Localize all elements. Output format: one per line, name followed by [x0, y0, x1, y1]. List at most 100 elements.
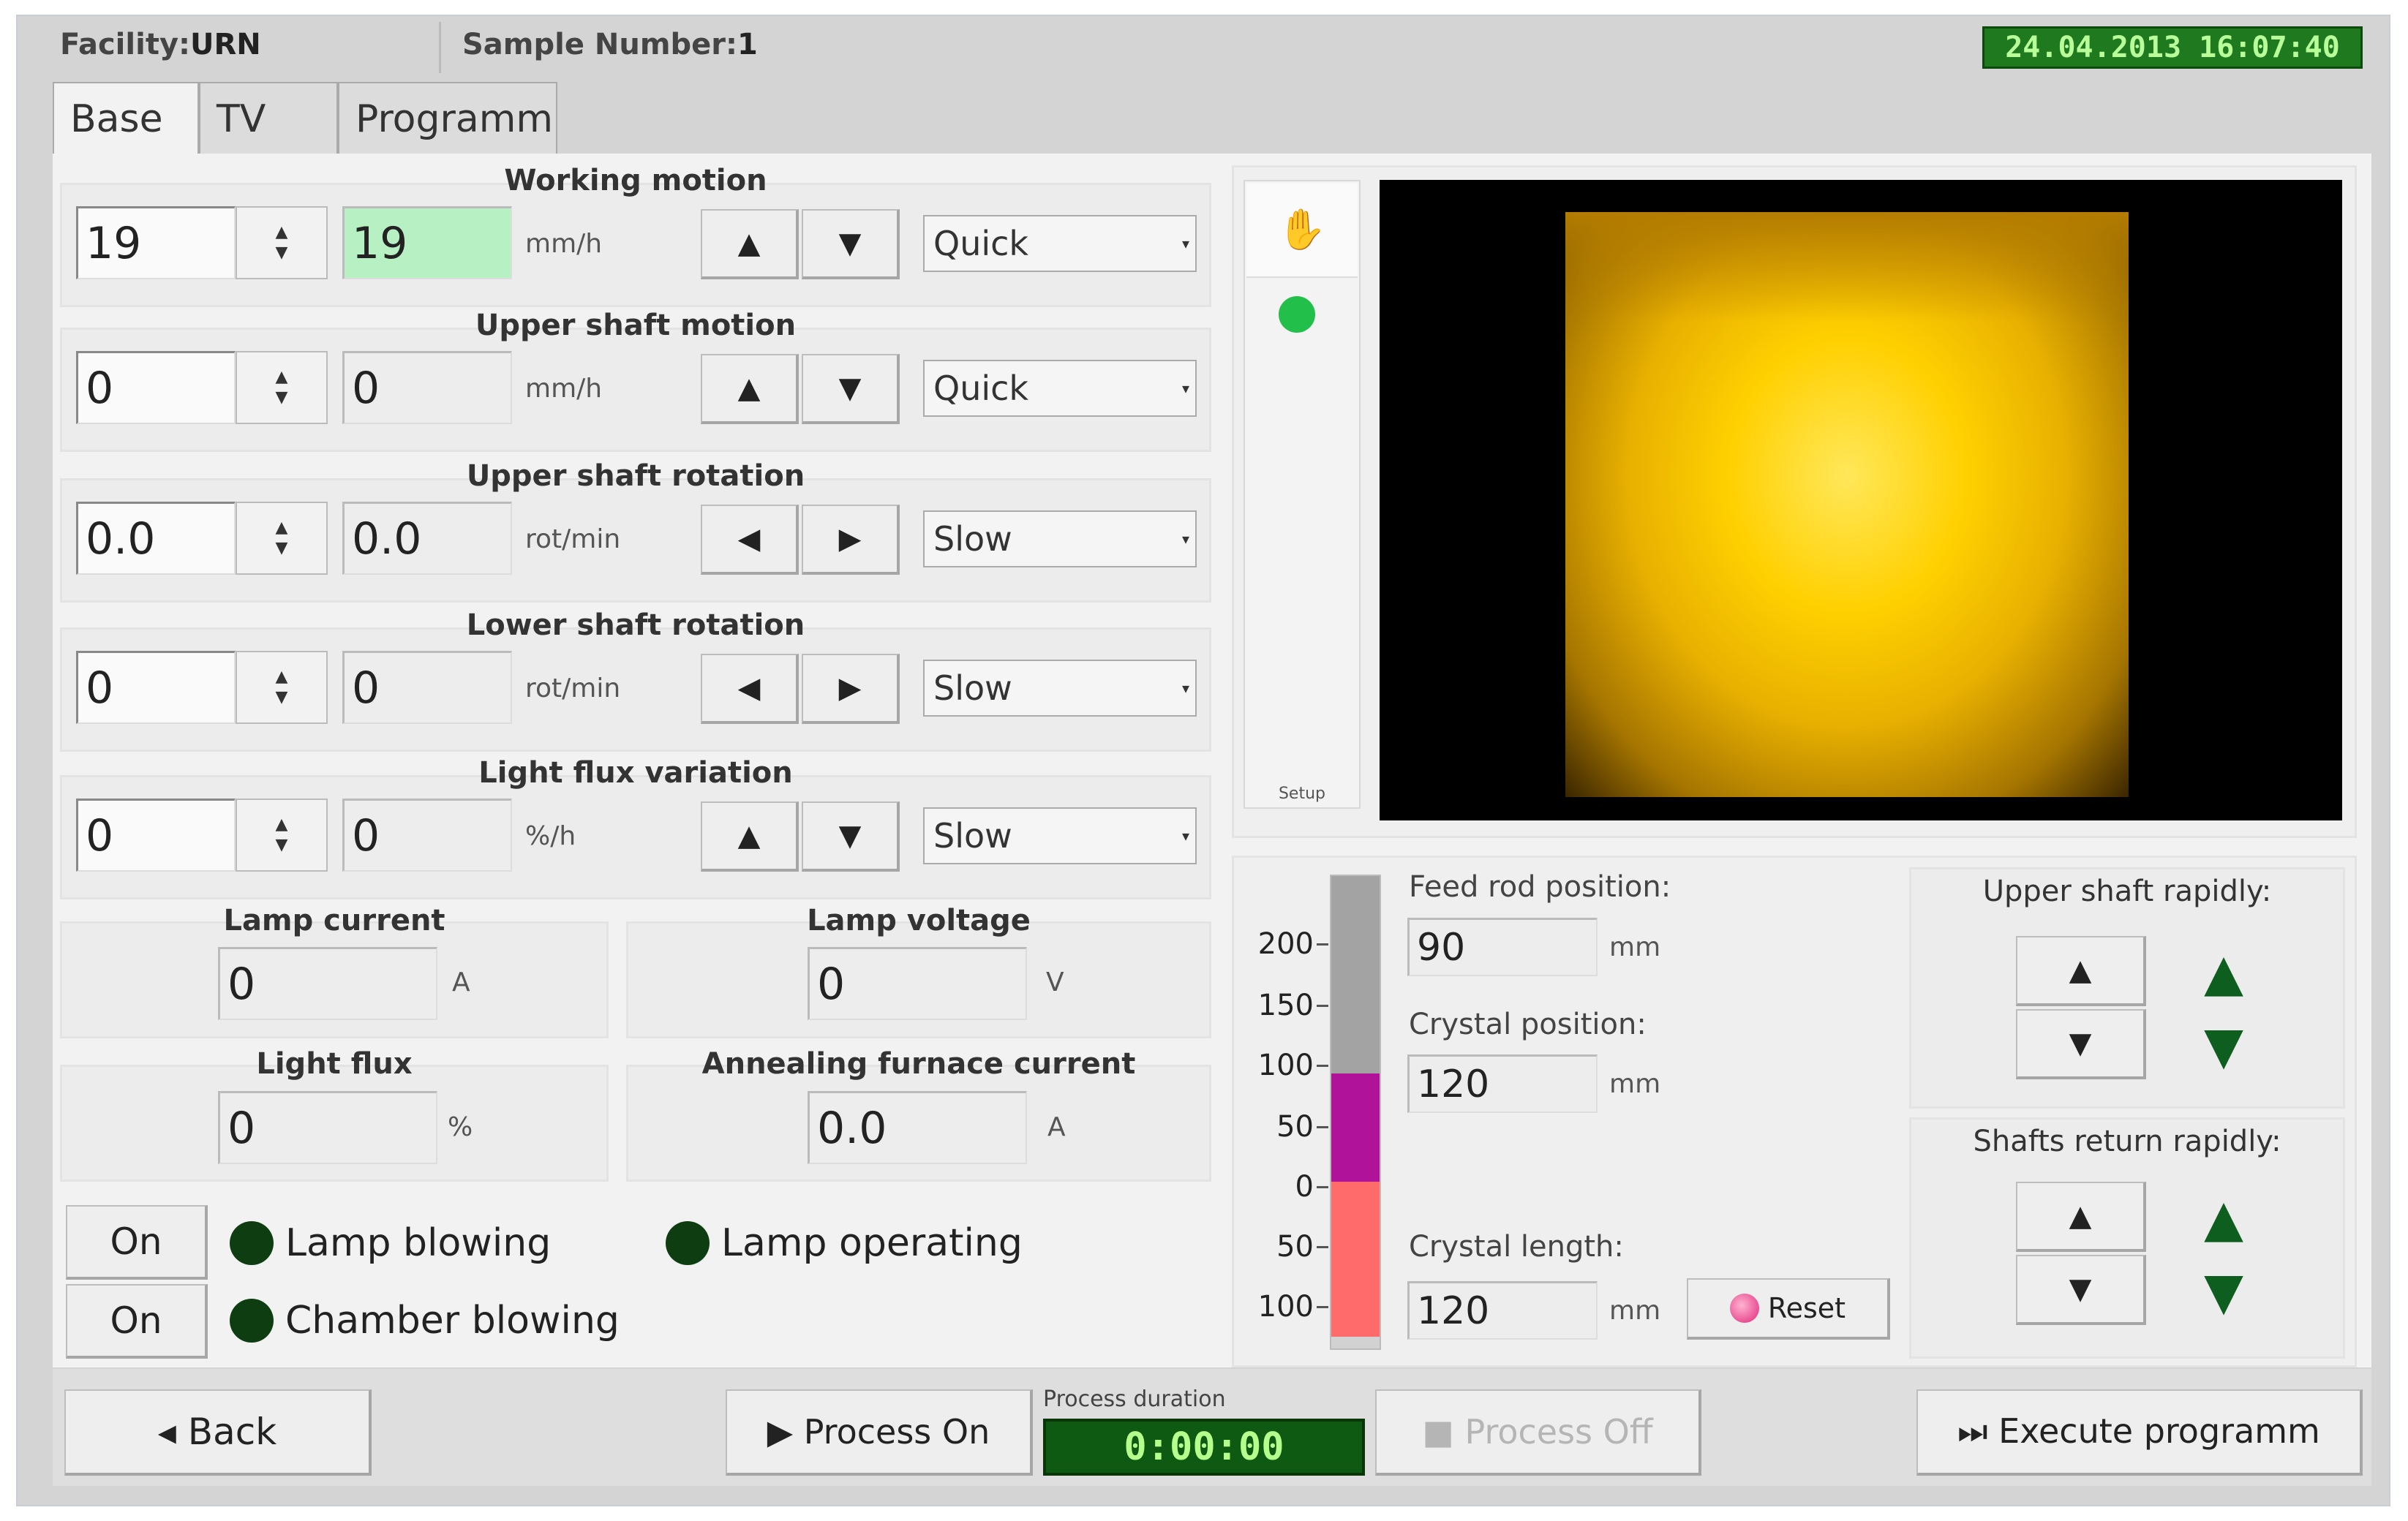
gauge-tick-label: 100: [1257, 1049, 1314, 1082]
chamber-blowing-on-button[interactable]: On: [66, 1284, 208, 1359]
gauge-tick-label: 50: [1276, 1110, 1314, 1144]
dropdown-arrow-icon: ▾: [1181, 380, 1189, 397]
upper-shaft-motion-btn2-icon: ▼: [838, 371, 862, 405]
light-flux-variation-btn2-icon: ▼: [838, 819, 862, 853]
shafts-return-down-fast-button[interactable]: ▼: [2180, 1261, 2268, 1321]
working-motion-speed-select[interactable]: Quick ▾: [923, 215, 1197, 272]
gauge-tick-label: 0: [1295, 1170, 1314, 1204]
sample-number-label: Sample Number:1: [462, 28, 758, 61]
light-flux-variation-decrease-button[interactable]: ▲: [701, 801, 799, 872]
tab-base[interactable]: Base: [53, 82, 199, 155]
spin-down-icon: ▼: [275, 244, 288, 262]
crystal-length-unit: mm: [1609, 1296, 1661, 1326]
light-flux-value: 0: [218, 1091, 437, 1164]
lamp-voltage-value: 0: [808, 947, 1027, 1020]
reset-button[interactable]: Reset: [1687, 1278, 1890, 1340]
light-flux-variation-unit: %/h: [525, 820, 576, 851]
light-flux-variation-speed-value: Slow: [933, 816, 1012, 856]
lamp-blowing-led-icon: [230, 1221, 274, 1265]
upper-shaft-up-fast-button[interactable]: ▲: [2180, 943, 2268, 1003]
crystal-position-value: 120: [1407, 1054, 1598, 1113]
shafts-return-up-small-button[interactable]: ▲: [2016, 1182, 2146, 1252]
lower-shaft-rotation-decrease-button[interactable]: ◀: [701, 654, 799, 724]
working-motion-speed-value: Quick: [933, 224, 1029, 263]
back-button[interactable]: ◂ Back: [64, 1389, 372, 1476]
lower-shaft-rotation-increase-button[interactable]: ▶: [802, 654, 900, 724]
lower-shaft-rotation-speed-select[interactable]: Slow ▾: [923, 660, 1197, 717]
reset-label: Reset: [1767, 1292, 1846, 1324]
annealing-current-unit: A: [1047, 1112, 1066, 1142]
hand-icon[interactable]: ✋: [1246, 183, 1358, 278]
upper-shaft-motion-setpoint-input[interactable]: 0: [76, 351, 236, 424]
light-flux-variation-title: Light flux variation: [478, 756, 793, 790]
working-motion-setpoint-input[interactable]: 19: [76, 206, 236, 279]
lower-shaft-rotation-btn2-icon: ▶: [838, 671, 862, 705]
dropdown-arrow-icon: ▾: [1181, 235, 1189, 252]
lower-shaft-rotation-spinner[interactable]: ▲ ▼: [236, 651, 328, 724]
dropdown-arrow-icon: ▾: [1181, 679, 1189, 697]
lower-shaft-rotation-unit: rot/min: [525, 673, 621, 703]
working-motion-decrease-button[interactable]: ▲: [701, 209, 799, 279]
upper-shaft-rotation-spinner[interactable]: ▲ ▼: [236, 502, 328, 575]
upper-shaft-rotation-unit: rot/min: [525, 524, 621, 554]
crystal-length-value: 120: [1407, 1281, 1598, 1340]
light-flux-variation-spinner[interactable]: ▲ ▼: [236, 799, 328, 872]
tab-tv[interactable]: TV: [199, 82, 338, 155]
upper-shaft-up-small-button[interactable]: ▲: [2016, 936, 2146, 1006]
lamp-current-value: 0: [218, 947, 437, 1020]
chamber-blowing-led-icon: [230, 1299, 274, 1343]
upper-shaft-down-fast-button[interactable]: ▼: [2180, 1016, 2268, 1076]
header-divider: [439, 22, 441, 73]
lower-shaft-rotation-setpoint-input[interactable]: 0: [76, 651, 236, 724]
light-flux-variation-increase-button[interactable]: ▼: [802, 801, 900, 872]
upper-shaft-rotation-speed-select[interactable]: Slow ▾: [923, 510, 1197, 567]
arrow-up-icon: ▲: [2069, 954, 2092, 987]
upper-shaft-rotation-speed-value: Slow: [933, 519, 1012, 559]
working-motion-spinner[interactable]: ▲ ▼: [236, 206, 328, 279]
spin-down-icon: ▼: [275, 539, 288, 557]
spin-up-icon: ▲: [275, 668, 288, 686]
upper-shaft-motion-decrease-button[interactable]: ▲: [701, 354, 799, 424]
lower-shaft-rotation-title: Lower shaft rotation: [466, 608, 805, 642]
upper-shaft-motion-increase-button[interactable]: ▼: [802, 354, 900, 424]
upper-shaft-rotation-btn2-icon: ▶: [838, 522, 862, 556]
upper-shaft-down-small-button[interactable]: ▼: [2016, 1009, 2146, 1079]
light-flux-variation-speed-select[interactable]: Slow ▾: [923, 807, 1197, 864]
upper-shaft-rotation-setpoint-input[interactable]: 0.0: [76, 502, 236, 575]
upper-shaft-rotation-btn1-icon: ◀: [737, 522, 761, 556]
upper-shaft-rotation-increase-button[interactable]: ▶: [802, 505, 900, 575]
crystal-length-label: Crystal length:: [1409, 1230, 1624, 1264]
gauge-tick-mark: [1317, 1246, 1328, 1248]
arrow-down-large-icon: ▼: [2204, 1261, 2243, 1321]
gauge-upper-segment: [1331, 876, 1380, 1073]
lower-shaft-rotation-speed-value: Slow: [933, 668, 1012, 708]
arrow-up-large-icon: ▲: [2204, 943, 2243, 1003]
light-flux-variation-actual-value: 0: [342, 799, 512, 872]
arrow-down-icon: ▼: [2069, 1272, 2092, 1306]
annealing-current-title: Annealing furnace current: [701, 1047, 1136, 1081]
chamber-blowing-label: Chamber blowing: [285, 1299, 620, 1343]
upper-shaft-motion-actual-value: 0: [342, 351, 512, 424]
execute-programm-button[interactable]: ⏭ Execute programm: [1916, 1389, 2363, 1476]
spin-down-icon: ▼: [275, 388, 288, 407]
tab-programm[interactable]: Programm: [338, 82, 557, 155]
upper-shaft-rotation-decrease-button[interactable]: ◀: [701, 505, 799, 575]
arrow-down-icon: ▼: [2069, 1027, 2092, 1060]
datetime-display: 24.04.2013 16:07:40: [1982, 26, 2363, 69]
shafts-return-up-fast-button[interactable]: ▲: [2180, 1188, 2268, 1248]
process-off-button[interactable]: ■ Process Off: [1375, 1389, 1701, 1476]
shafts-return-down-small-button[interactable]: ▼: [2016, 1255, 2146, 1325]
light-flux-variation-setpoint-input[interactable]: 0: [76, 799, 236, 872]
spin-up-icon: ▲: [275, 368, 288, 386]
process-on-button[interactable]: ▶ Process On: [726, 1389, 1033, 1476]
lamp-blowing-on-button[interactable]: On: [66, 1205, 208, 1280]
working-motion-increase-button[interactable]: ▼: [802, 209, 900, 279]
upper-shaft-motion-speed-select[interactable]: Quick ▾: [923, 360, 1197, 417]
upper-shaft-motion-spinner[interactable]: ▲ ▼: [236, 351, 328, 424]
gauge-tick-mark: [1317, 1126, 1328, 1128]
facility-label: Facility:URN: [60, 28, 261, 61]
lamp-current-title: Lamp current: [223, 904, 445, 937]
reset-icon: [1729, 1294, 1759, 1323]
gauge-tick-mark: [1317, 1306, 1328, 1308]
setup-button[interactable]: Setup: [1246, 775, 1358, 812]
